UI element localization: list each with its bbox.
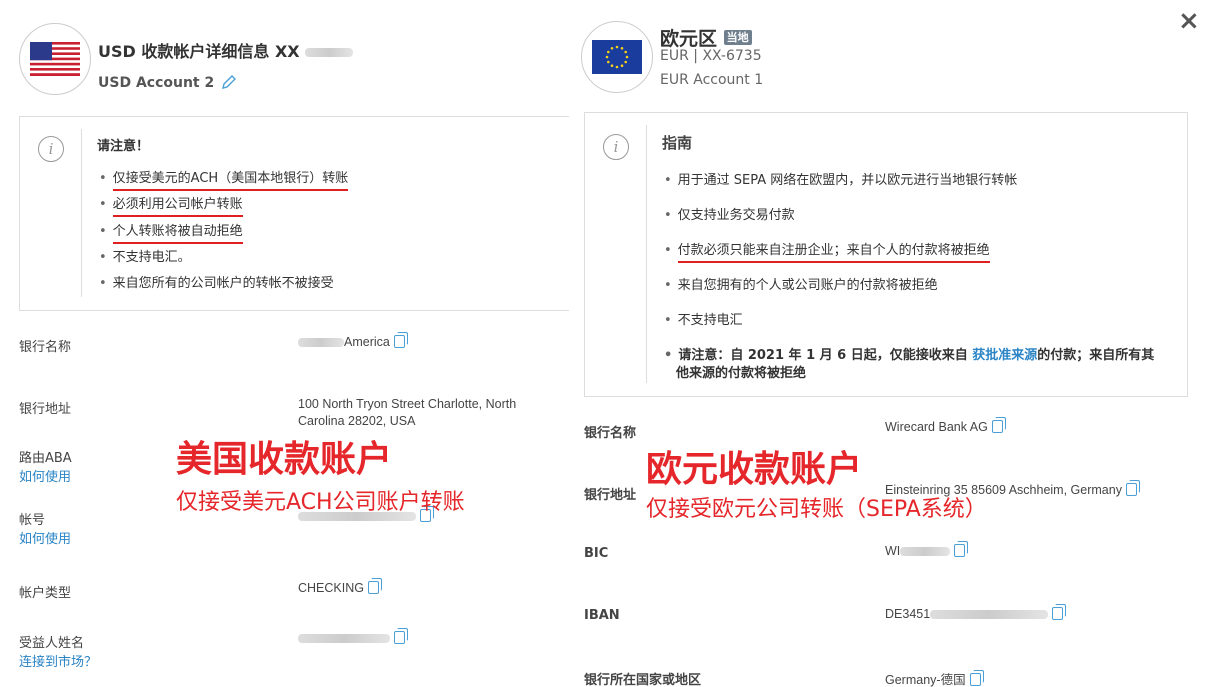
- bank-name-value: America: [298, 332, 408, 349]
- copy-icon[interactable]: [393, 332, 408, 348]
- notice-item: 仅接受美元的ACH（美国本地银行）转账: [99, 167, 349, 191]
- guide-item: 用于通过 SEPA 网络在欧盟内，并以欧元进行当地银行转帐: [664, 169, 1018, 188]
- notice-item: 个人转账将被自动拒绝: [99, 220, 243, 244]
- approved-sources-link[interactable]: 获批准来源: [972, 348, 1037, 363]
- bank-name-label: 银行名称: [584, 426, 637, 441]
- masked-account: [305, 48, 354, 57]
- usd-title: USD 收款帐户详细信息 XX: [98, 38, 354, 62]
- guide-item: 不支持电汇: [664, 309, 743, 328]
- local-tag: 当地: [723, 30, 752, 45]
- eur-title: 欧元区: [660, 28, 718, 50]
- country-value: Germany-德国: [885, 669, 984, 687]
- copy-icon[interactable]: [969, 670, 984, 686]
- routing-help-link[interactable]: 如何使用: [19, 466, 71, 485]
- close-icon[interactable]: ×: [1178, 6, 1200, 36]
- usd-account-name-row: USD Account 2: [98, 74, 237, 91]
- eur-overlay-subtitle: 仅接受欧元公司转账（SEPA系统）: [646, 497, 987, 522]
- usd-overlay-subtitle: 仅接受美元ACH公司账户转账: [176, 490, 465, 515]
- bank-address-label: 银行地址: [19, 402, 72, 417]
- notice-title: 请注意！: [97, 139, 150, 154]
- divider: [646, 125, 647, 383]
- edit-pencil-icon[interactable]: [221, 74, 237, 90]
- info-icon: i: [603, 134, 629, 160]
- bank-address-value: 100 North Tryon Street Charlotte, North …: [298, 397, 517, 428]
- eur-overlay-title: 欧元收款账户: [646, 449, 863, 490]
- notice-item: 来自您所有的公司帐户的转帐不被接受: [99, 272, 334, 291]
- iban-value: DE3451: [885, 604, 1067, 621]
- beneficiary-link[interactable]: 连接到市场？: [19, 651, 97, 670]
- country-label: 银行所在国家或地区: [584, 673, 702, 687]
- guide-item: 仅支持业务交易付款: [664, 204, 795, 223]
- eur-account-name: EUR Account 1: [660, 72, 764, 88]
- info-icon: i: [38, 136, 64, 162]
- usd-notice-box: i 请注意！ 仅接受美元的ACH（美国本地银行）转账 必须利用公司帐户转账 个人…: [19, 116, 569, 311]
- notice-item: 必须利用公司帐户转账: [99, 193, 243, 217]
- us-flag-icon: [30, 42, 80, 76]
- guide-note: 请注意：自 2021 年 1 月 6 日起，仅能接收来自 获批准来源的付款；来自…: [664, 344, 1154, 363]
- bic-label: BIC: [584, 546, 609, 561]
- usd-account-name: USD Account 2: [98, 75, 215, 91]
- account-type-label: 帐户类型: [19, 586, 72, 601]
- divider: [81, 129, 82, 297]
- bank-name-label: 银行名称: [19, 340, 72, 355]
- notice-item: 不支持电汇。: [99, 246, 191, 265]
- iban-label: IBAN: [584, 608, 620, 623]
- eur-title-row: 欧元区 当地: [660, 24, 752, 51]
- account-number-label: 帐号: [19, 513, 46, 528]
- beneficiary-value: [298, 628, 408, 645]
- account-type-value: CHECKING: [298, 578, 382, 595]
- guide-item: 付款必须只能来自注册企业；来自个人的付款将被拒绝: [664, 239, 990, 263]
- us-flag-avatar: [19, 23, 91, 95]
- copy-icon[interactable]: [1125, 480, 1140, 496]
- eu-flag-avatar: [581, 21, 653, 93]
- eur-subtitle: EUR | XX-6735: [660, 48, 762, 64]
- eu-flag-icon: [592, 40, 642, 74]
- copy-icon[interactable]: [1052, 604, 1067, 620]
- copy-icon[interactable]: [394, 628, 408, 644]
- guide-item: 来自您拥有的个人或公司账户的付款将被拒绝: [664, 274, 938, 293]
- account-help-link[interactable]: 如何使用: [19, 528, 71, 547]
- eur-guide-box: i 指南 用于通过 SEPA 网络在欧盟内，并以欧元进行当地银行转帐 仅支持业务…: [584, 112, 1188, 397]
- copy-icon[interactable]: [954, 541, 969, 557]
- copy-icon[interactable]: [367, 578, 382, 594]
- guide-note-cont: 他来源的付款将被拒绝: [676, 366, 807, 381]
- usd-overlay-title: 美国收款账户: [176, 439, 393, 480]
- copy-icon[interactable]: [991, 417, 1006, 433]
- guide-title: 指南: [662, 134, 693, 152]
- routing-label: 路由ABA: [19, 451, 72, 466]
- bank-name-value: Wirecard Bank AG: [885, 417, 1006, 434]
- bic-value: WI: [885, 541, 969, 558]
- bank-address-label: 银行地址: [584, 488, 637, 503]
- beneficiary-label: 受益人姓名: [19, 636, 85, 651]
